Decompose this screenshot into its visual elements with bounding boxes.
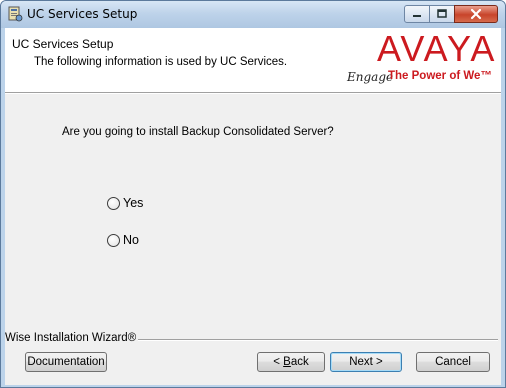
maximize-icon	[437, 9, 447, 18]
setup-window: UC Services Setup UC Services Setup The …	[0, 0, 506, 388]
radio-button-icon[interactable]	[107, 233, 120, 247]
header-title: UC Services Setup	[12, 37, 114, 51]
next-button-label: Next >	[349, 356, 383, 368]
wise-installation-label: Wise Installation Wizard®	[5, 332, 139, 344]
logo-engage-text: Engage	[347, 70, 394, 84]
minimize-icon	[413, 15, 421, 17]
documentation-button-label: Documentation	[27, 356, 105, 368]
back-button[interactable]: < Back	[257, 352, 325, 372]
wizard-header: UC Services Setup The following informat…	[5, 28, 501, 92]
back-button-label: < Back	[273, 356, 309, 368]
back-rest: ack	[290, 356, 309, 368]
back-prefix: <	[273, 356, 284, 368]
cancel-button[interactable]: Cancel	[416, 352, 490, 372]
window-title: UC Services Setup	[27, 7, 138, 21]
documentation-button[interactable]: Documentation	[25, 352, 107, 372]
radio-yes-label[interactable]: Yes	[123, 196, 143, 210]
avaya-logo: AVAYA	[377, 28, 497, 69]
close-icon	[470, 8, 482, 20]
radio-button-icon[interactable]	[107, 196, 120, 210]
back-mnemonic: B	[283, 356, 291, 368]
radio-no-label[interactable]: No	[123, 233, 139, 247]
radio-yes[interactable]: Yes	[107, 195, 143, 211]
wizard-client-area: UC Services Setup The following informat…	[5, 28, 501, 385]
cancel-button-label: Cancel	[435, 356, 471, 368]
maximize-button[interactable]	[429, 5, 455, 23]
minimize-button[interactable]	[404, 5, 430, 23]
close-button[interactable]	[454, 5, 498, 23]
installer-icon	[7, 6, 23, 22]
header-divider-highlight	[5, 93, 501, 94]
logo-tagline: The Power of We™	[388, 70, 492, 82]
header-description: The following information is used by UC …	[34, 56, 288, 68]
install-question: Are you going to install Backup Consolid…	[62, 126, 334, 138]
radio-no[interactable]: No	[107, 232, 139, 248]
next-button[interactable]: Next >	[330, 352, 402, 372]
title-bar[interactable]: UC Services Setup	[1, 1, 505, 28]
footer-divider	[127, 339, 498, 341]
